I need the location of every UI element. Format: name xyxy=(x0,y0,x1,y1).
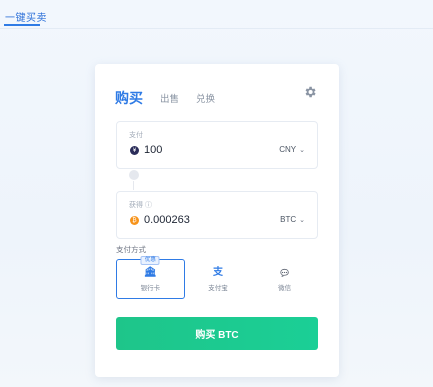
receive-amount-input[interactable] xyxy=(144,212,264,228)
receive-field: 获得 ⓘ ₿ BTC ⌄ xyxy=(116,191,318,239)
payment-method-alipay[interactable]: 支 支付宝 xyxy=(185,259,252,299)
pay-label: 支付 xyxy=(129,132,143,139)
buy-btc-button[interactable]: 购买 BTC xyxy=(116,317,318,350)
alipay-icon: 支 xyxy=(213,266,223,278)
payment-method-title: 支付方式 xyxy=(116,245,146,254)
payment-method-label: 银行卡 xyxy=(140,284,161,292)
tab-sell[interactable]: 出售 xyxy=(160,91,179,108)
discount-badge: 优惠 xyxy=(140,256,160,265)
receive-label: 获得 ⓘ xyxy=(129,202,152,209)
tab-buy[interactable]: 购买 xyxy=(115,88,143,108)
cny-coin-icon: ¥ xyxy=(130,146,139,155)
chevron-down-icon: ⌄ xyxy=(299,146,305,154)
active-tab-indicator xyxy=(4,24,40,26)
pay-field: 支付 ¥ CNY ⌄ xyxy=(116,121,318,169)
receive-currency-label: BTC xyxy=(280,215,297,224)
pay-amount-input[interactable] xyxy=(144,142,264,158)
payment-method-wechat[interactable]: 💬︎ 微信 xyxy=(251,259,318,299)
receive-currency-select[interactable]: BTC ⌄ xyxy=(280,215,305,224)
top-divider xyxy=(0,28,433,29)
pay-currency-select[interactable]: CNY ⌄ xyxy=(279,145,305,154)
tab-quick-trade[interactable]: 一键买卖 xyxy=(5,9,47,24)
pay-currency-label: CNY xyxy=(279,145,297,154)
payment-method-label: 微信 xyxy=(278,284,292,292)
tab-convert[interactable]: 兑换 xyxy=(196,91,215,108)
connector-dot xyxy=(129,170,139,180)
payment-method-bank-card[interactable]: 优惠 🏦︎ 银行卡 xyxy=(116,256,185,299)
trade-tabs: 购买 出售 兑换 xyxy=(115,84,232,108)
trade-card: 购买 出售 兑换 支付 ¥ CNY ⌄ 获得 ⓘ ₿ BTC ⌄ 支付方式 优惠… xyxy=(95,64,339,377)
gear-icon[interactable] xyxy=(303,85,317,99)
bank-icon: 🏦︎ xyxy=(143,266,157,278)
connector-line xyxy=(133,181,134,190)
payment-methods: 优惠 🏦︎ 银行卡 支 支付宝 💬︎ 微信 xyxy=(116,256,318,299)
btc-coin-icon: ₿ xyxy=(130,216,139,225)
top-bar: 一键买卖 xyxy=(0,0,433,30)
chevron-down-icon: ⌄ xyxy=(299,216,305,224)
wechat-icon: 💬︎ xyxy=(278,267,291,278)
payment-method-label: 支付宝 xyxy=(208,284,228,292)
